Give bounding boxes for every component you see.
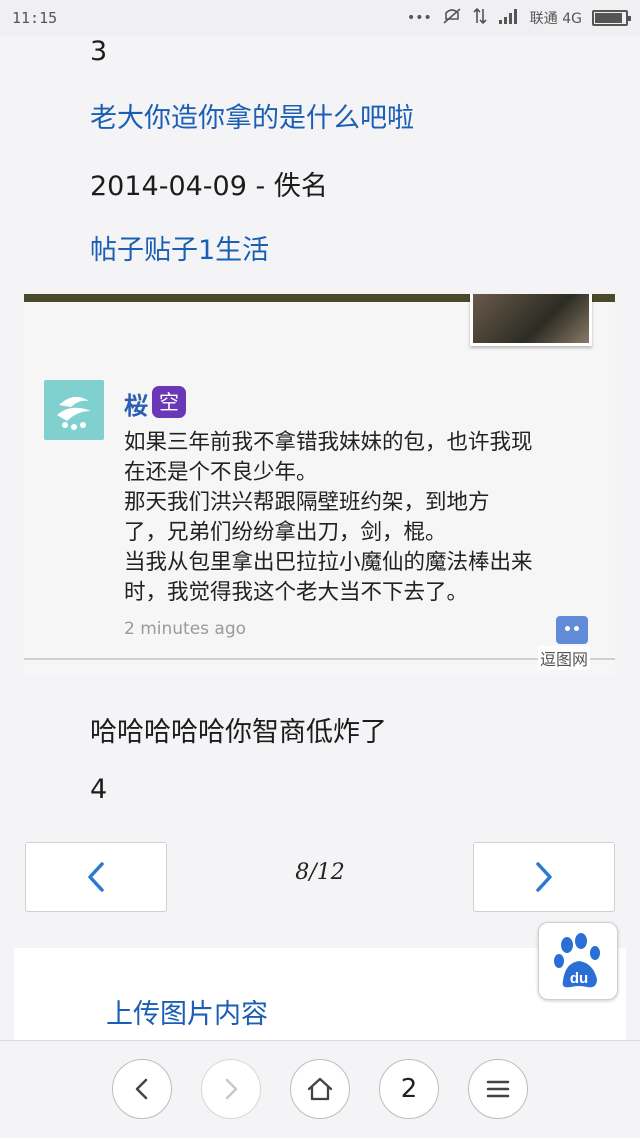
carrier-label: 联通 4G bbox=[529, 11, 582, 27]
card-divider bbox=[24, 658, 615, 660]
user-badge: 空 bbox=[152, 386, 186, 418]
post-title-link[interactable]: 老大你造你拿的是什么吧啦 bbox=[90, 96, 414, 135]
arrow-right-icon bbox=[225, 1078, 238, 1100]
nav-back-button[interactable] bbox=[112, 1059, 172, 1119]
bottom-navigation: 2 bbox=[0, 1040, 640, 1138]
silent-icon bbox=[442, 7, 462, 29]
user-avatar bbox=[44, 380, 104, 440]
page-counter: 8/12 bbox=[295, 860, 345, 885]
nav-home-button[interactable] bbox=[290, 1059, 350, 1119]
svg-text:du: du bbox=[570, 970, 588, 987]
post-image[interactable]: 桜 空 如果三年前我不拿错我妹妹的包，也许我现 在还是个不良少年。 那天我们洪兴… bbox=[24, 294, 615, 674]
upload-area[interactable]: 上传图片内容 bbox=[14, 948, 626, 1048]
watermark-text: 逗图网 bbox=[538, 646, 591, 670]
chevron-right-icon bbox=[536, 862, 552, 892]
post-line: 如果三年前我不拿错我妹妹的包，也许我现 bbox=[124, 430, 533, 455]
post-line: 了，兄弟们纷纷拿出刀，剑，棍。 bbox=[124, 520, 447, 545]
signal-icon bbox=[498, 8, 520, 28]
tab-count: 2 bbox=[400, 1074, 418, 1104]
post-date-author: 2014-04-09 - 佚名 bbox=[90, 171, 328, 202]
nav-tabs-button[interactable]: 2 bbox=[379, 1059, 439, 1119]
nav-menu-button[interactable] bbox=[468, 1059, 528, 1119]
baidu-paw-icon: du bbox=[554, 933, 600, 988]
more-dots-icon: ••• bbox=[407, 10, 432, 26]
floor-number-next: 4 bbox=[90, 774, 108, 805]
category-link[interactable]: 帖子贴子1生活 bbox=[90, 228, 269, 267]
chevron-left-icon bbox=[88, 862, 104, 892]
upload-label: 上传图片内容 bbox=[106, 999, 268, 1030]
baidu-button[interactable]: du bbox=[538, 922, 618, 1000]
next-page-button[interactable] bbox=[473, 842, 615, 912]
floor-number: 3 bbox=[90, 36, 108, 67]
battery-icon bbox=[592, 10, 631, 26]
status-bar: 11:15 ••• 联通 4G bbox=[0, 0, 640, 36]
image-thumbnail bbox=[470, 294, 592, 346]
post-line: 当我从包里拿出巴拉拉小魔仙的魔法棒出来 bbox=[124, 550, 533, 575]
post-username: 桜 bbox=[124, 392, 148, 420]
watermark-logo-icon bbox=[556, 616, 588, 644]
data-transfer-icon bbox=[472, 7, 488, 29]
caption-text: 哈哈哈哈哈你智商低炸了 bbox=[90, 717, 387, 748]
status-time: 11:15 bbox=[12, 9, 58, 27]
post-body: 如果三年前我不拿错我妹妹的包，也许我现 在还是个不良少年。 那天我们洪兴帮跟隔壁… bbox=[124, 428, 602, 608]
home-icon bbox=[307, 1077, 333, 1101]
post-line: 在还是个不良少年。 bbox=[124, 460, 318, 485]
arrow-left-icon bbox=[135, 1078, 148, 1100]
post-line: 时，我觉得我这个老大当不下去了。 bbox=[124, 580, 469, 605]
nav-forward-button[interactable] bbox=[201, 1059, 261, 1119]
prev-page-button[interactable] bbox=[25, 842, 167, 912]
menu-icon bbox=[486, 1080, 510, 1098]
post-time-ago: 2 minutes ago bbox=[124, 619, 247, 639]
post-line: 那天我们洪兴帮跟隔壁班约架，到地方 bbox=[124, 490, 490, 515]
